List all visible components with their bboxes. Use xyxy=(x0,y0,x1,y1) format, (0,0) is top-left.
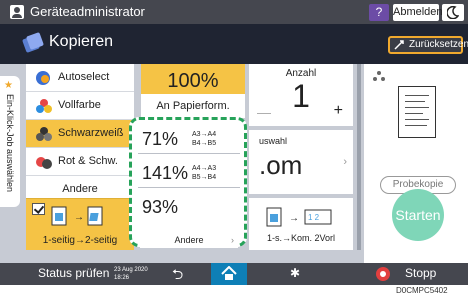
grid-icon xyxy=(373,71,385,81)
original-type-label: 1-s.→Kom. 2Vorl xyxy=(266,233,336,243)
autoselect-icon xyxy=(36,71,52,85)
logout-button[interactable]: Abmelden xyxy=(393,4,443,21)
star-icon: ★ xyxy=(4,80,13,91)
zoom-preset-popup: 71% A3→A4 B4→B5 141% A4→A3 B5→B4 93% And… xyxy=(129,117,247,248)
copy-app-icon xyxy=(22,32,44,53)
reset-label: Zurücksetzen xyxy=(409,39,468,50)
minus-button[interactable]: — xyxy=(257,104,271,120)
zoom-preset-value: 71% xyxy=(142,129,179,149)
help-button[interactable]: ? xyxy=(369,4,389,21)
back-button[interactable]: ⮌ xyxy=(172,264,183,288)
gear-icon[interactable]: ✱ xyxy=(290,266,300,280)
duplex-label: 1-seitig→2-seitig xyxy=(42,235,118,246)
chevron-right-icon: › xyxy=(231,235,234,245)
date-time: 23 Aug 2020 18:26 xyxy=(114,266,148,282)
svg-text:1 2: 1 2 xyxy=(308,213,320,222)
home-icon xyxy=(221,266,237,280)
reset-button[interactable]: Zurücksetzen xyxy=(388,36,468,54)
color-mode-black-white[interactable]: Schwarzweiß xyxy=(26,120,134,148)
preview-page-icon xyxy=(398,86,436,138)
scrollbar[interactable] xyxy=(357,64,361,250)
combine-icon: → 1 2 xyxy=(266,207,332,227)
chevron-right-icon: › xyxy=(343,156,347,168)
checkbox-icon xyxy=(32,203,45,215)
title-bar: Kopieren Zurücksetzen xyxy=(0,24,468,64)
color-mode-label: Rot & Schw. xyxy=(58,155,118,167)
color-mode-label: Andere xyxy=(62,183,98,195)
energy-saver-button[interactable] xyxy=(442,4,464,21)
moon-icon xyxy=(447,6,459,19)
duplex-icon: → xyxy=(51,206,103,226)
user-label: Geräteadministrator xyxy=(30,4,145,19)
zoom-value: 100% xyxy=(167,70,219,92)
bottom-bar: Status prüfen 23 Aug 2020 18:26 ⮌ ✱ Stop… xyxy=(0,263,468,285)
svg-text:→: → xyxy=(74,212,84,223)
page-title: Kopieren xyxy=(49,33,114,50)
sort-label: uswahl xyxy=(259,136,288,146)
color-mode-label: Vollfarbe xyxy=(58,99,101,111)
color-mode-label: Schwarzweiß xyxy=(58,127,124,139)
copies-counter[interactable]: Anzahl 1 — + xyxy=(249,64,353,126)
sort-button[interactable]: uswahl .om › xyxy=(249,130,353,194)
preview-panel: Probekopie Starten xyxy=(364,64,468,263)
red-black-icon xyxy=(36,155,52,169)
figure-caption: D0CMPC5402 xyxy=(396,286,448,295)
zoom-other-button[interactable]: Andere › xyxy=(140,232,238,248)
zoom-other-label: Andere xyxy=(174,235,204,245)
black-white-icon xyxy=(36,127,52,141)
zoom-preset-value: 93% xyxy=(142,197,179,217)
paper-map-1: A3→A4 xyxy=(192,131,217,138)
zoom-preset-value: 141% xyxy=(142,163,189,183)
stop-button[interactable]: Stopp xyxy=(405,266,436,280)
time-text: 18:26 xyxy=(114,275,130,281)
paper-map-2: B5→B4 xyxy=(192,174,217,181)
original-type-button[interactable]: → 1 2 1-s.→Kom. 2Vorl xyxy=(249,198,353,250)
zoom-preset-71[interactable]: 71% A3→A4 B4→B5 xyxy=(138,124,240,154)
zoom-preset-93[interactable]: 93% xyxy=(138,192,240,222)
color-mode-red-black[interactable]: Rot & Schw. xyxy=(26,148,134,176)
one-click-job-label: Ein-Klick-Job auswählen xyxy=(5,94,15,193)
date-text: 23 Aug 2020 xyxy=(114,267,148,273)
top-status-bar: Geräteadministrator ? Abmelden xyxy=(0,0,468,24)
user-icon xyxy=(10,5,24,19)
color-mode-full-color[interactable]: Vollfarbe xyxy=(26,92,134,120)
zoom-paper-option[interactable]: An Papierform. xyxy=(141,94,245,118)
paper-map-2: B4→B5 xyxy=(192,140,217,147)
color-mode-autoselect[interactable]: Autoselect xyxy=(26,64,134,92)
one-click-job-tab[interactable]: ★ Ein-Klick-Job auswählen xyxy=(0,76,20,207)
zoom-preset-mapping: A3→A4 B4→B5 xyxy=(192,130,216,148)
start-button[interactable]: Starten xyxy=(392,189,444,241)
plus-button[interactable]: + xyxy=(334,102,343,120)
full-color-icon xyxy=(36,99,52,113)
zoom-button[interactable]: 100% An Papierform. xyxy=(141,64,245,118)
color-mode-label: Autoselect xyxy=(58,71,110,83)
sort-value: .om xyxy=(259,150,303,180)
svg-text:→: → xyxy=(289,213,299,224)
paper-map-1: A4→A3 xyxy=(192,165,217,172)
zoom-preset-141[interactable]: 141% A4→A3 B5→B4 xyxy=(138,158,240,188)
check-status-button[interactable]: Status prüfen xyxy=(38,266,109,280)
stop-icon[interactable] xyxy=(376,267,390,281)
home-button[interactable] xyxy=(211,263,247,285)
zoom-preset-mapping: A4→A3 B5→B4 xyxy=(192,164,216,182)
duplex-button[interactable]: → 1-seitig→2-seitig xyxy=(26,198,134,250)
reset-icon xyxy=(394,40,404,50)
